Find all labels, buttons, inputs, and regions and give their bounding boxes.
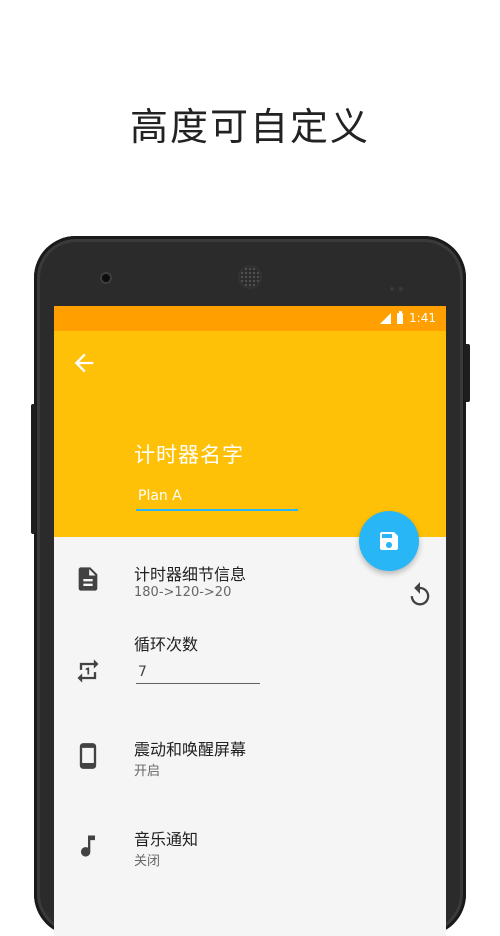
status-time: 1:41 [409, 311, 436, 325]
vibrate-subtitle: 开启 [134, 764, 161, 779]
promo-headline: 高度可自定义 [129, 105, 370, 149]
battery-icon [397, 310, 404, 324]
proximity-sensors [385, 276, 403, 295]
timer-name-input[interactable] [136, 483, 298, 511]
save-button[interactable] [359, 511, 419, 571]
vibrate-title: 震动和唤醒屏幕 [134, 740, 247, 759]
phone-icon [74, 742, 102, 770]
front-camera [102, 274, 110, 282]
loops-row: 循环次数 [54, 617, 446, 717]
volume-button [31, 404, 36, 534]
music-title: 音乐通知 [134, 830, 199, 849]
vibrate-row[interactable]: 震动和唤醒屏幕 开启 [54, 712, 446, 802]
earpiece-speaker [240, 267, 260, 287]
music-subtitle: 关闭 [134, 854, 161, 869]
details-subtitle: 180->120->20 [134, 585, 232, 600]
music-row[interactable]: 音乐通知 关闭 [54, 802, 446, 892]
document-icon [74, 565, 102, 593]
timer-name-label: 计时器名字 [134, 443, 244, 467]
back-arrow-icon[interactable] [70, 349, 98, 377]
status-bar: 1:41 [54, 306, 446, 331]
repeat-one-icon [74, 657, 102, 685]
phone-frame: 1:41 计时器名字 计时器细节信息 180->120->20 [31, 236, 470, 936]
loop-count-input[interactable] [136, 661, 260, 684]
music-note-icon [74, 832, 102, 860]
app-screen: 1:41 计时器名字 计时器细节信息 180->120->20 [54, 306, 446, 936]
details-title: 计时器细节信息 [134, 565, 247, 584]
signal-icon [380, 312, 392, 324]
save-icon [380, 532, 398, 550]
loops-title: 循环次数 [134, 635, 199, 654]
app-bar: 计时器名字 [54, 331, 446, 537]
power-button [464, 344, 470, 402]
